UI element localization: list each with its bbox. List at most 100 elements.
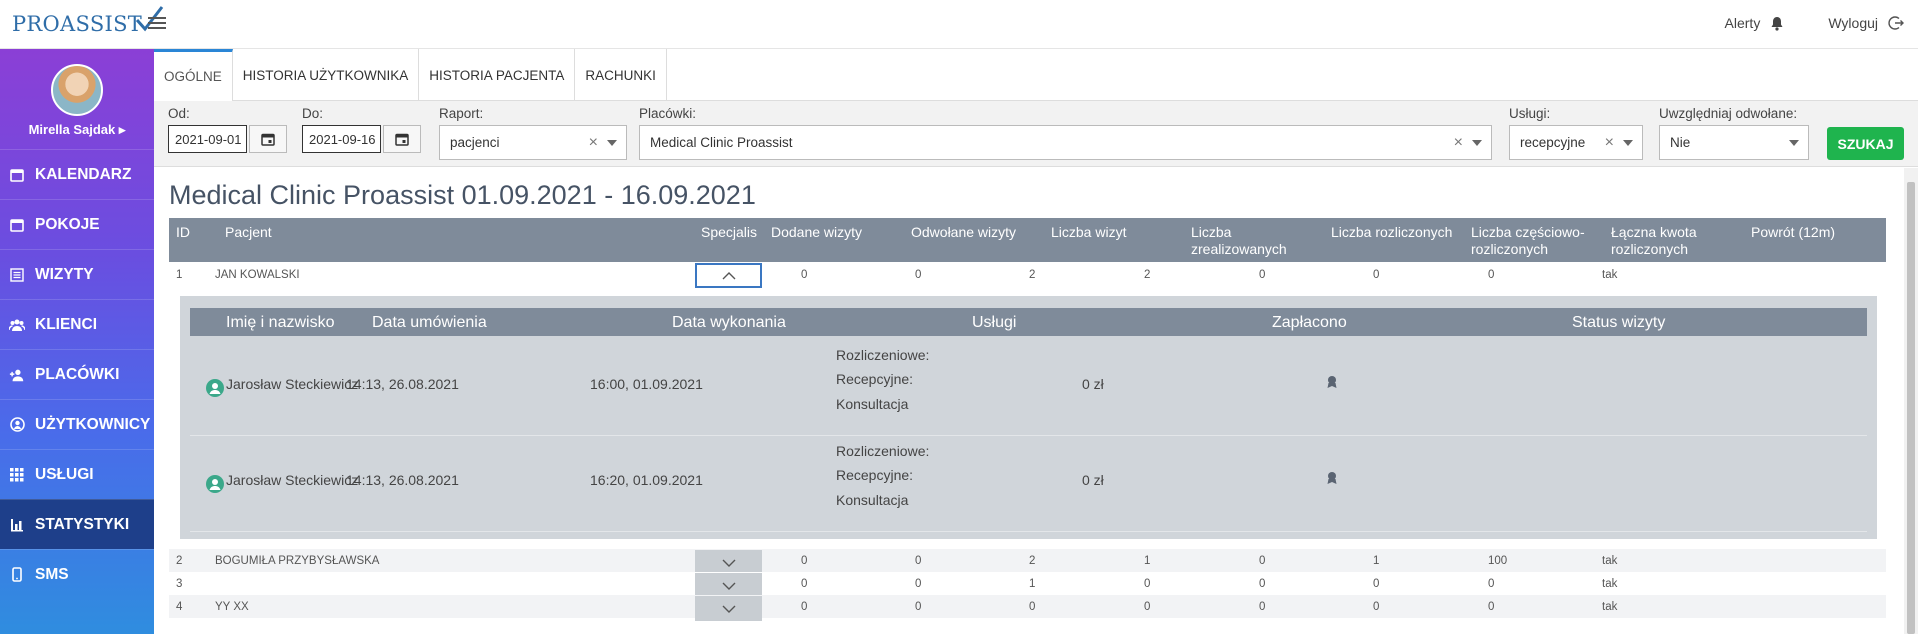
cancelled-group: Uwzględniaj odwołane: Nie: [1659, 106, 1809, 160]
report-group: Raport: pacjenci ×: [439, 106, 627, 160]
report-select[interactable]: pacjenci ×: [439, 125, 627, 160]
detail-col-services: Usługi: [972, 314, 1017, 331]
patient-avatar-icon: [206, 475, 224, 493]
sidebar-item-placówki[interactable]: PLACÓWKI: [0, 349, 154, 399]
visit-row[interactable]: Jarosław Steckiewicz 14:13, 26.08.2021 16:…: [190, 340, 1867, 436]
date-to-calendar-button[interactable]: [383, 125, 421, 153]
date-from-input[interactable]: 2021-09-01: [168, 125, 247, 153]
logo-text: PROASSIST: [12, 12, 143, 36]
menu-toggle-icon[interactable]: [148, 14, 166, 30]
cell-amount: 100: [1488, 555, 1508, 567]
avatar[interactable]: [51, 64, 103, 116]
col-return[interactable]: Powrót (12m): [1751, 224, 1881, 241]
cancelled-select[interactable]: Nie: [1659, 125, 1809, 160]
sidebar-item-usługi[interactable]: USŁUGI: [0, 449, 154, 499]
user-name[interactable]: Mirella Sajdak ▸: [0, 122, 154, 138]
visit-status-icon: [1326, 471, 1338, 488]
tab-3[interactable]: RACHUNKI: [575, 49, 667, 101]
col-partial[interactable]: Liczba częściowo-rozliczonych: [1471, 224, 1601, 258]
logout-button[interactable]: Wyloguj: [1828, 15, 1904, 31]
visit-svc2: Recepcyjne:: [836, 467, 914, 483]
date-to-input[interactable]: 2021-09-16: [302, 125, 381, 153]
logout-icon: [1888, 16, 1904, 30]
cancelled-label: Uwzględniaj odwołane:: [1659, 106, 1798, 121]
tab-2[interactable]: HISTORIA PACJENTA: [419, 49, 576, 101]
alerts-button[interactable]: Alerty: [1725, 15, 1785, 31]
clinics-select[interactable]: Medical Clinic Proassist ×: [639, 125, 1492, 160]
visit-svc3: Konsultacja: [836, 492, 909, 508]
col-patient[interactable]: Pacjent: [225, 224, 272, 241]
clinics-value: Medical Clinic Proassist: [650, 135, 793, 150]
sidebar: Mirella Sajdak ▸ KALENDARZ POKOJE WIZYTY KL…: [0, 49, 154, 634]
sidebar-item-kalendarz[interactable]: KALENDARZ: [0, 149, 154, 199]
logo[interactable]: PROASSIST: [12, 6, 164, 42]
sidebar-item-pokoje[interactable]: POKOJE: [0, 199, 154, 249]
patient-avatar-icon: [206, 379, 224, 397]
cell-added: 0: [801, 555, 808, 567]
visit-done: 16:00, 01.09.2021: [590, 376, 703, 392]
top-bar: PROASSIST Alerty Wyloguj: [0, 0, 1918, 49]
col-cancelled[interactable]: Odwołane wizyty: [911, 224, 1041, 241]
date-to-group: Do: 2021-09-16: [302, 106, 421, 153]
sidebar-item-użytkownicy[interactable]: UŻYTKOWNICY: [0, 399, 154, 449]
table-row[interactable]: 3 0 0 1 0 0 0 0 tak: [169, 572, 1886, 598]
services-select[interactable]: recepcyjne ×: [1509, 125, 1643, 160]
visit-row[interactable]: Jarosław Steckiewicz 14:13, 26.08.2021 16:…: [190, 436, 1867, 532]
cell-patient: YY XX: [215, 601, 249, 613]
col-specialist[interactable]: Specjalis: [701, 224, 763, 241]
cell-patient: BOGUMIŁA PRZYBYSŁAWSKA: [215, 555, 380, 567]
user-circle-icon: [9, 417, 25, 433]
date-from-calendar-button[interactable]: [249, 125, 287, 153]
list-icon: [9, 267, 25, 283]
table-row[interactable]: 4 YY XX 0 0 0 0 0 0 0 tak: [169, 595, 1886, 621]
clear-icon[interactable]: ×: [589, 134, 598, 152]
chevron-down-icon[interactable]: [1623, 139, 1633, 146]
sidebar-item-wizyty[interactable]: WIZYTY: [0, 249, 154, 299]
table-row[interactable]: 2 BOGUMIŁA PRZYBYSŁAWSKA 0 0 2 1 0 1 100 tak: [169, 549, 1886, 575]
scrollbar-thumb[interactable]: [1907, 182, 1915, 634]
filter-bar: Od: 2021-09-01 Do: 2021-09-16 Raport: pa…: [154, 101, 1918, 167]
bell-icon: [1771, 16, 1783, 31]
sidebar-item-sms[interactable]: SMS: [0, 549, 154, 599]
sidebar-item-klienci[interactable]: KLIENCI: [0, 299, 154, 349]
col-settled[interactable]: Liczba rozliczonych: [1331, 224, 1471, 241]
cell-id: 1: [176, 269, 183, 281]
scrollbar[interactable]: [1904, 168, 1918, 634]
chevron-down-icon[interactable]: [1472, 139, 1482, 146]
date-from-group: Od: 2021-09-01: [168, 106, 287, 153]
visit-booked: 14:13, 26.08.2021: [346, 376, 459, 392]
grid-icon: [9, 467, 25, 483]
sidebar-item-label: STATYSTYKI: [35, 515, 130, 533]
col-visits[interactable]: Liczba wizyt: [1051, 224, 1181, 241]
expand-toggle-button[interactable]: [695, 263, 762, 288]
user-profile[interactable]: Mirella Sajdak ▸: [0, 49, 154, 149]
cell-added: 0: [801, 578, 808, 590]
cell-return: tak: [1602, 269, 1618, 281]
detail-col-name: Imię i nazwisko: [226, 314, 335, 331]
sidebar-item-label: USŁUGI: [35, 465, 94, 483]
expand-toggle-button[interactable]: [695, 596, 762, 621]
visit-status-icon: [1326, 375, 1338, 392]
col-amount[interactable]: Łączna kwota rozliczonych: [1611, 224, 1721, 258]
chevron-down-icon[interactable]: [1789, 139, 1799, 146]
report-label: Raport:: [439, 106, 484, 121]
tab-0[interactable]: OGÓLNE: [154, 49, 233, 101]
table-row[interactable]: 1 JAN KOWALSKI 0 0 2 2 0 0 0 tak: [169, 262, 1886, 296]
col-added[interactable]: Dodane wizyty: [771, 224, 901, 241]
clear-icon[interactable]: ×: [1605, 134, 1614, 152]
detail-col-done: Data wykonania: [672, 314, 786, 331]
visit-detail-panel: Imię i nazwisko Data umówienia Data wyko…: [180, 296, 1877, 539]
col-id[interactable]: ID: [176, 224, 190, 241]
chevron-down-icon[interactable]: [607, 139, 617, 146]
cell-partial: 0: [1373, 578, 1380, 590]
tab-1[interactable]: HISTORIA UŻYTKOWNIKA: [233, 49, 420, 101]
sidebar-item-statystyki[interactable]: STATYSTYKI: [0, 499, 154, 549]
cell-realized: 0: [1144, 578, 1151, 590]
clear-icon[interactable]: ×: [1454, 134, 1463, 152]
search-button[interactable]: SZUKAJ: [1827, 127, 1904, 160]
calendar-icon: [9, 217, 25, 233]
cell-realized: 1: [1144, 555, 1151, 567]
col-realized[interactable]: Liczba zrealizowanych: [1191, 224, 1301, 258]
cell-visits: 2: [1029, 269, 1036, 281]
cell-cancelled: 0: [915, 578, 922, 590]
